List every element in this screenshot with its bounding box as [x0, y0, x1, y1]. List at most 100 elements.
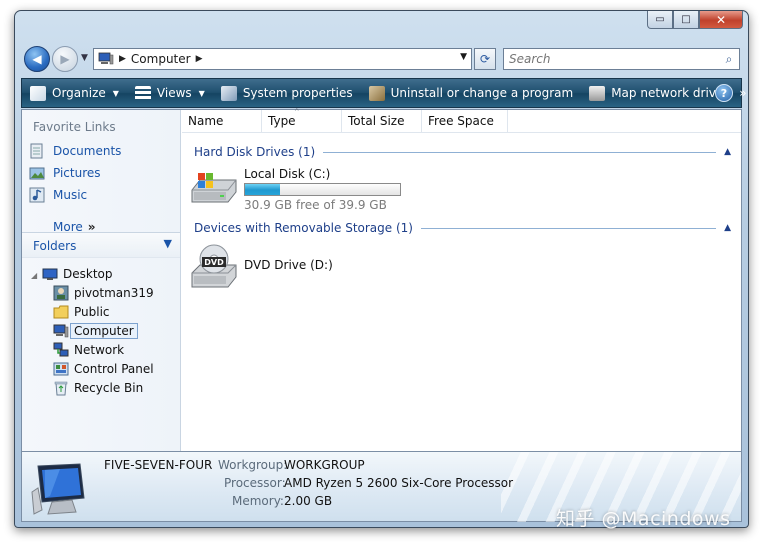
collapse-icon[interactable]: ▲ — [724, 223, 731, 233]
tree-item-label: Control Panel — [74, 362, 154, 376]
tree-expand-icon[interactable]: ◢ — [31, 271, 37, 280]
group-header-removable[interactable]: Devices with Removable Storage (1) ▲ — [182, 221, 731, 235]
column-header-type[interactable]: ⌃ Type — [262, 108, 342, 132]
breadcrumb-separator-icon[interactable]: ▶ — [196, 54, 203, 64]
breadcrumb-computer[interactable]: Computer — [131, 52, 191, 66]
column-header-total-size[interactable]: Total Size — [342, 110, 422, 132]
folders-header[interactable]: Folders ▼ — [22, 232, 180, 258]
tree-item-desktop[interactable]: Desktop — [42, 266, 113, 282]
group-divider — [420, 227, 717, 229]
public-folder-icon — [53, 305, 69, 319]
uninstall-label: Uninstall or change a program — [390, 86, 574, 100]
explorer-content: Favorite Links Documents Pictures Music … — [21, 108, 742, 452]
refresh-button[interactable]: ⟳ — [474, 48, 496, 70]
map-network-drive-label: Map network drive — [611, 86, 724, 100]
column-header-label: Total Size — [348, 114, 405, 128]
uninstall-icon — [368, 85, 385, 101]
computer-large-icon — [31, 463, 85, 515]
tree-item-label: Recycle Bin — [74, 381, 144, 395]
tree-item-label: pivotman319 — [74, 286, 154, 300]
drive-name-c[interactable]: Local Disk (C:) — [244, 167, 330, 181]
navigation-bar: ◀ ▶ ▼ ▶ Computer ▶ ▼ ⟳ ⌕ — [15, 43, 748, 75]
organize-button[interactable]: Organize ▼ — [30, 85, 119, 101]
collapse-icon[interactable]: ▲ — [724, 147, 731, 157]
hard-drive-icon[interactable] — [190, 170, 238, 204]
address-dropdown-icon[interactable]: ▼ — [460, 52, 467, 62]
minimize-button[interactable]: ▭ — [647, 11, 673, 29]
workgroup-label: Workgroup: — [218, 458, 288, 472]
documents-icon — [30, 143, 43, 159]
memory-label: Memory: — [232, 494, 284, 508]
column-header-label: Name — [188, 114, 224, 128]
sort-ascending-icon: ⌃ — [293, 108, 301, 118]
computer-name: FIVE-SEVEN-FOUR — [104, 458, 213, 472]
column-header-label: Type — [268, 114, 296, 128]
file-list-pane: Name ⌃ Type Total Size Free Space Hard Di… — [182, 108, 741, 451]
search-input[interactable] — [504, 51, 719, 67]
close-button[interactable]: ✕ — [699, 11, 743, 29]
workgroup-value: WORKGROUP — [284, 458, 365, 472]
dropdown-arrow-icon: ▼ — [198, 88, 205, 98]
recycle-bin-icon — [54, 381, 68, 396]
back-button[interactable]: ◀ — [24, 46, 50, 72]
column-header-label: Free Space — [428, 114, 494, 128]
tree-item-label: Desktop — [63, 267, 113, 281]
maximize-button[interactable]: □ — [673, 11, 699, 29]
refresh-icon: ⟳ — [479, 52, 491, 66]
uninstall-program-button[interactable]: Uninstall or change a program — [368, 85, 574, 101]
group-divider — [323, 151, 717, 153]
help-button[interactable]: ? — [715, 84, 733, 102]
processor-label: Processor: — [224, 476, 286, 490]
tree-item-public[interactable]: Public — [53, 304, 110, 320]
column-headers: Name ⌃ Type Total Size Free Space — [182, 108, 741, 133]
favorite-link-label: Pictures — [53, 166, 101, 180]
favorite-link-pictures[interactable]: Pictures — [29, 165, 101, 181]
favorite-link-label: Music — [53, 188, 88, 202]
search-icon[interactable]: ⌕ — [719, 52, 739, 67]
disk-usage-fill — [245, 184, 281, 195]
favorite-link-documents[interactable]: Documents — [29, 143, 121, 159]
desktop-icon — [42, 268, 58, 280]
computer-icon — [98, 52, 114, 65]
tree-item-computer[interactable]: Computer — [53, 323, 138, 339]
processor-value: AMD Ryzen 5 2600 Six-Core Processor — [284, 476, 514, 490]
drive-free-space: 30.9 GB free of 39.9 GB — [244, 198, 387, 212]
search-box[interactable]: ⌕ — [503, 48, 740, 70]
back-arrow-icon: ◀ — [32, 52, 42, 66]
disk-usage-bar — [244, 183, 401, 196]
tree-item-network[interactable]: Network — [53, 342, 124, 358]
system-properties-label: System properties — [242, 86, 353, 100]
forward-arrow-icon: ▶ — [60, 52, 70, 66]
group-title: Devices with Removable Storage (1) — [194, 221, 413, 235]
command-bar: Organize ▼ Views ▼ System properties Uni… — [21, 78, 747, 108]
network-drive-icon — [589, 85, 606, 101]
tree-item-pivotman319[interactable]: pivotman319 — [53, 285, 154, 301]
map-network-drive-button[interactable]: Map network drive — [589, 85, 724, 101]
views-button[interactable]: Views ▼ — [134, 85, 205, 101]
forward-button[interactable]: ▶ — [52, 46, 78, 72]
column-header-name[interactable]: Name — [182, 110, 262, 132]
dvd-drive-icon[interactable]: DVD — [190, 243, 238, 289]
computer-icon — [53, 324, 69, 338]
organize-label: Organize — [52, 86, 106, 100]
navigation-pane: Favorite Links Documents Pictures Music … — [22, 110, 181, 451]
tree-item-control-panel[interactable]: Control Panel — [53, 361, 154, 377]
chevron-down-icon[interactable]: ▼ — [164, 237, 172, 250]
pictures-icon — [29, 167, 45, 180]
column-header-free-space[interactable]: Free Space — [422, 110, 508, 132]
group-header-hard-disks[interactable]: Hard Disk Drives (1) ▲ — [182, 145, 731, 159]
favorite-link-label: Documents — [53, 144, 122, 158]
user-folder-icon — [53, 285, 69, 301]
favorite-links-title: Favorite Links — [33, 120, 116, 134]
more-commands-button[interactable]: » — [739, 86, 746, 100]
system-properties-button[interactable]: System properties — [220, 85, 353, 101]
watermark-text: 知乎 @Macindows — [556, 508, 731, 530]
address-bar[interactable]: ▶ Computer ▶ ▼ — [93, 48, 472, 70]
breadcrumb-separator-icon[interactable]: ▶ — [119, 54, 126, 64]
organize-icon — [30, 85, 46, 101]
drive-name-d[interactable]: DVD Drive (D:) — [244, 258, 333, 272]
favorite-link-music[interactable]: Music — [29, 187, 87, 203]
chevron-double-right-icon: » — [739, 86, 747, 100]
tree-item-recycle-bin[interactable]: Recycle Bin — [53, 380, 143, 396]
recent-pages-dropdown[interactable]: ▼ — [81, 53, 88, 63]
